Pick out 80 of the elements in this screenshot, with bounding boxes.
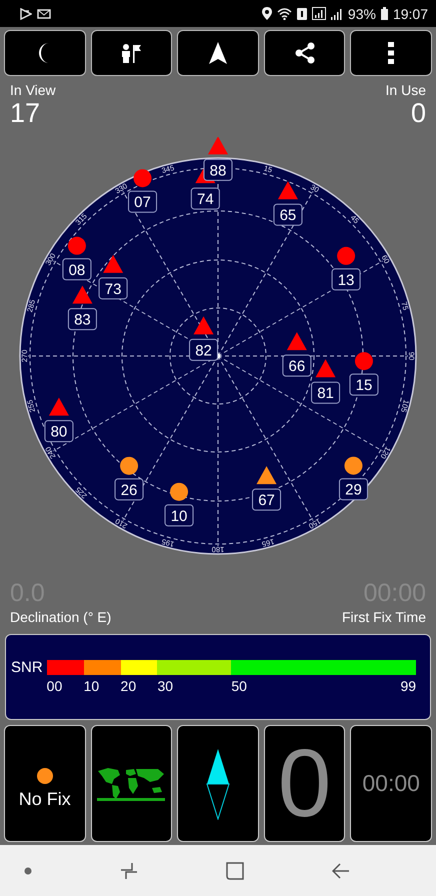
fix-status: No Fix — [18, 788, 71, 810]
snr-tick: 20 — [120, 678, 136, 694]
signal-icon — [330, 8, 343, 20]
satellite-id: 73 — [104, 280, 122, 298]
satellite-id: 66 — [288, 358, 306, 376]
satellite-label-background — [338, 478, 368, 500]
snr-tick: 00 — [46, 678, 62, 694]
satellite-label-background — [68, 308, 97, 330]
satellite-label-background — [62, 258, 92, 280]
satellite-id: 26 — [120, 482, 138, 499]
in-use-count: 0 — [410, 98, 426, 128]
satellite-label-background — [44, 420, 74, 442]
timer-value: 00:00 — [362, 770, 420, 797]
satellite-id: 08 — [68, 262, 86, 279]
recent-apps-icon[interactable] — [120, 862, 138, 880]
satellite-label-background — [189, 338, 218, 361]
timer-tile[interactable]: 00:00 — [350, 725, 432, 842]
satellite-id: 07 — [134, 194, 151, 212]
sim-icon — [296, 8, 307, 20]
satellite-label-background — [332, 268, 361, 290]
satellite-label-background — [114, 478, 144, 500]
location-icon — [262, 7, 272, 20]
satellite-label-background — [282, 354, 312, 377]
in-use-label: In Use — [386, 82, 426, 98]
person-button[interactable] — [90, 30, 172, 76]
menu-button[interactable] — [350, 30, 432, 76]
navigation-arrow-icon — [208, 42, 227, 64]
person-flag-icon — [120, 42, 142, 64]
satellite-id: 74 — [197, 191, 214, 208]
share-icon — [294, 42, 315, 64]
back-icon[interactable] — [332, 862, 350, 878]
night-mode-button[interactable] — [4, 30, 86, 76]
in-view-label: In View — [10, 82, 56, 98]
satellite-label-background — [98, 277, 128, 300]
declination-label: Declination (° E) — [10, 609, 112, 625]
first-fix-label: First Fix Time — [342, 609, 426, 625]
home-icon[interactable] — [226, 862, 244, 880]
signal-icon — [312, 7, 326, 20]
dot-icon[interactable] — [24, 866, 32, 874]
fix-status-tile[interactable]: No Fix — [4, 725, 86, 842]
satellite-label-background — [273, 204, 302, 226]
navigation-button[interactable] — [177, 30, 259, 76]
satellite-id: 81 — [317, 385, 334, 402]
compass-needle-drawing — [204, 748, 231, 820]
satellite-id: 29 — [345, 482, 362, 499]
satellite-label-background — [311, 382, 340, 404]
in-view-count: 17 — [10, 98, 40, 128]
clock: 19:07 — [392, 6, 428, 22]
satellite-label-background — [190, 188, 220, 210]
map-tile[interactable] — [90, 725, 172, 842]
snr-label: SNR — [11, 660, 43, 676]
satellite-label-background — [252, 488, 282, 511]
satellite-label-background — [128, 190, 158, 213]
mail-icon — [37, 8, 51, 20]
snr-tick: 30 — [157, 678, 174, 694]
satellite-id: 80 — [50, 424, 68, 441]
satellite-label-background — [349, 374, 378, 396]
satellite-count-tile[interactable]: 0 — [264, 725, 346, 842]
compass-tile[interactable] — [177, 725, 259, 842]
satellite-id: 82 — [195, 342, 212, 360]
world-map-drawing — [96, 766, 166, 802]
satellite-label-background — [204, 158, 232, 181]
satellite-id: 83 — [74, 312, 91, 329]
snr-tick: 50 — [231, 678, 247, 694]
notification-icon — [20, 8, 32, 20]
battery-percent: 93% — [348, 6, 376, 22]
satellite-id: 10 — [170, 508, 188, 525]
satellite-label-background — [164, 504, 194, 526]
satellite-id: 15 — [356, 377, 372, 394]
snr-tick: 10 — [84, 678, 100, 694]
snr-tick: 99 — [400, 678, 416, 694]
battery-icon — [380, 7, 388, 20]
share-button[interactable] — [264, 30, 346, 76]
satellite-id: 13 — [338, 272, 354, 289]
more-icon — [388, 42, 394, 64]
satellite-id: 88 — [210, 162, 226, 180]
satellite-count: 0 — [278, 734, 332, 834]
wifi-icon — [276, 8, 292, 20]
satellite-id: 67 — [258, 492, 275, 510]
satellite-id: 65 — [280, 207, 296, 224]
